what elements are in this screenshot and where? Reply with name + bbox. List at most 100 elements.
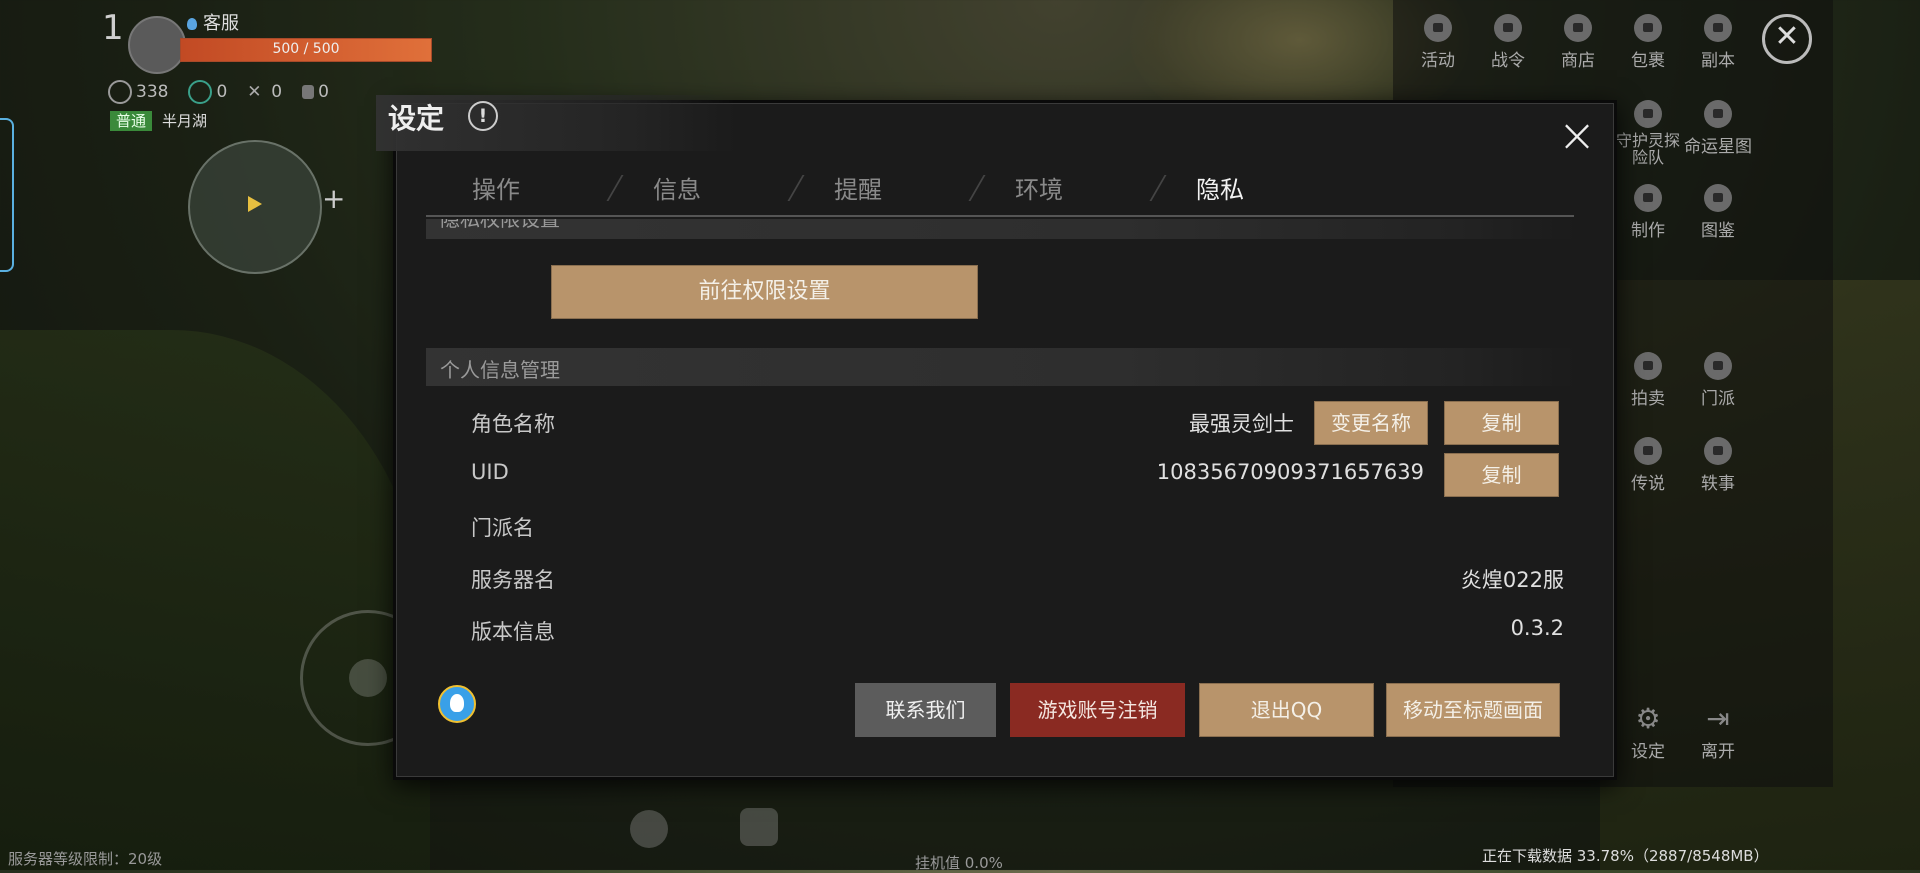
copy-uid-button[interactable]: 复制 <box>1444 453 1559 497</box>
qq-icon <box>438 685 476 723</box>
location-tag: 普通 半月湖 <box>110 110 207 131</box>
right-menu-item[interactable]: 战令 <box>1473 14 1543 71</box>
right-menu-item-label: 包裹 <box>1631 51 1665 71</box>
side-drawer-tab[interactable] <box>0 118 14 272</box>
close-icon[interactable]: × <box>1557 112 1597 158</box>
item-icon <box>302 85 315 99</box>
title-screen-button[interactable]: 移动至标题画面 <box>1386 683 1560 737</box>
right-menu-item[interactable]: 制作 <box>1613 184 1683 241</box>
shield-icon <box>108 80 132 104</box>
right-menu-item[interactable]: 副本 <box>1683 14 1753 71</box>
player-stats: 338 0 ✕ 0 0 <box>108 80 329 104</box>
privacy-section-header: 隐私权限设置 <box>426 219 1576 239</box>
stat-1-value: 338 <box>136 82 169 102</box>
help-icon[interactable]: ! <box>468 101 498 131</box>
right-menu-item[interactable]: 守护灵探险队 <box>1613 100 1683 166</box>
right-menu-item[interactable]: 命运星图 <box>1683 100 1753 157</box>
lock-icon <box>1704 14 1732 42</box>
joystick-knob[interactable] <box>349 659 387 697</box>
right-menu-item-label: 门派 <box>1701 389 1735 409</box>
lock-icon <box>1634 100 1662 128</box>
tab-info[interactable]: 信息 <box>617 165 737 215</box>
customer-service-link[interactable]: 客服 <box>187 9 239 35</box>
uid-value: 1083567090937165763​9 <box>1156 460 1424 484</box>
minimap[interactable] <box>188 140 322 274</box>
right-menu-item[interactable]: 活动 <box>1403 14 1473 71</box>
lock-icon <box>1704 437 1732 465</box>
tab-environment[interactable]: 环境 <box>979 165 1099 215</box>
right-menu-item[interactable]: 图鉴 <box>1683 184 1753 241</box>
skill-icon[interactable] <box>630 810 668 848</box>
right-menu-item-label: 活动 <box>1421 51 1455 71</box>
right-menu-item-label: 拍卖 <box>1631 389 1665 409</box>
right-menu-item[interactable]: 轶事 <box>1683 437 1753 494</box>
hp-bar: 500 / 500 <box>180 38 432 62</box>
lock-icon <box>1634 14 1662 42</box>
goto-permissions-button[interactable]: 前往权限设置 <box>551 265 978 319</box>
role-name-value: 最强灵剑士 <box>1189 412 1294 436</box>
right-menu-item[interactable]: 传说 <box>1613 437 1683 494</box>
right-menu-item-label: 图鉴 <box>1701 221 1735 241</box>
server-level-limit: 服务器等级限制：20级 <box>8 850 163 868</box>
version-label: 版本信息 <box>471 620 555 644</box>
right-menu-item[interactable]: 商店 <box>1543 14 1613 71</box>
copy-name-button[interactable]: 复制 <box>1444 401 1559 445</box>
contact-us-button[interactable]: 联系我们 <box>855 683 996 737</box>
uid-label: UID <box>471 460 509 484</box>
stat-3: ✕ 0 <box>247 82 282 102</box>
download-status: 正在下载数据 33.78%（2887/8548MB） <box>1482 847 1769 865</box>
settings-tabs: 操作 信息 提醒 环境 隐私 <box>436 165 1576 215</box>
lock-icon <box>1634 352 1662 380</box>
tab-reminder[interactable]: 提醒 <box>798 165 918 215</box>
stat-4: 0 <box>302 82 329 102</box>
right-menu-item-label: 战令 <box>1491 51 1525 71</box>
tabs-underline <box>426 215 1574 217</box>
right-menu-item-label: 传说 <box>1631 474 1665 494</box>
lock-icon <box>1634 184 1662 212</box>
service-icon <box>187 18 197 30</box>
player-arrow-icon <box>248 196 262 212</box>
stat-3-value: 0 <box>271 82 283 102</box>
right-menu-item-label: 离开 <box>1701 742 1735 762</box>
chat-icon[interactable] <box>740 808 778 846</box>
service-label: 客服 <box>203 13 239 34</box>
right-menu-item[interactable]: 包裹 <box>1613 14 1683 71</box>
mode-tag: 普通 <box>110 111 153 131</box>
lock-icon <box>1704 352 1732 380</box>
right-menu-item[interactable]: ⚙ 设定 <box>1613 702 1683 763</box>
right-menu-item-label: 轶事 <box>1701 474 1735 494</box>
gear-icon: ⚙ <box>1635 702 1661 735</box>
right-menu-item[interactable]: ⇥ 离开 <box>1683 702 1753 763</box>
lock-icon <box>1704 184 1732 212</box>
hp-text: 500 / 500 <box>272 41 340 57</box>
dialog-title-bar: 设定 ! <box>376 95 736 151</box>
minimap-expand-icon[interactable]: + <box>322 182 345 215</box>
personal-info-section-title: 个人信息管理 <box>440 358 560 382</box>
lock-icon <box>1704 100 1732 128</box>
right-menu-item-label: 命运星图 <box>1684 137 1752 157</box>
lock-icon <box>1634 437 1662 465</box>
version-value: 0.3.2 <box>1510 616 1564 640</box>
settings-dialog: 设定 ! × 操作 信息 提醒 环境 隐私 隐私权限设置 前往权限设置 个人信息… <box>376 95 1617 780</box>
lock-icon <box>1494 14 1522 42</box>
role-name-label: 角色名称 <box>471 412 555 436</box>
exit-icon: ⇥ <box>1706 702 1730 735</box>
logout-qq-button[interactable]: 退出QQ <box>1199 683 1374 737</box>
delete-account-button[interactable]: 游戏账号注销 <box>1010 683 1185 737</box>
close-menu-icon[interactable]: ✕ <box>1762 14 1812 64</box>
right-menu-item[interactable]: 门派 <box>1683 352 1753 409</box>
sect-label: 门派名 <box>471 516 534 540</box>
lock-icon <box>1424 14 1452 42</box>
server-label: 服务器名 <box>471 568 555 592</box>
right-menu-item[interactable]: 拍卖 <box>1613 352 1683 409</box>
stat-2: 0 <box>188 80 227 104</box>
location-name: 半月湖 <box>162 112 208 130</box>
right-menu-item-label: 守护灵探险队 <box>1615 131 1680 167</box>
tab-privacy[interactable]: 隐私 <box>1160 165 1280 215</box>
player-avatar[interactable] <box>128 16 186 74</box>
rename-button[interactable]: 变更名称 <box>1314 401 1428 445</box>
dialog-title: 设定 <box>388 102 445 135</box>
tab-operation[interactable]: 操作 <box>436 165 556 215</box>
right-menu-item-label: 副本 <box>1701 51 1735 71</box>
stat-2-value: 0 <box>216 82 228 102</box>
